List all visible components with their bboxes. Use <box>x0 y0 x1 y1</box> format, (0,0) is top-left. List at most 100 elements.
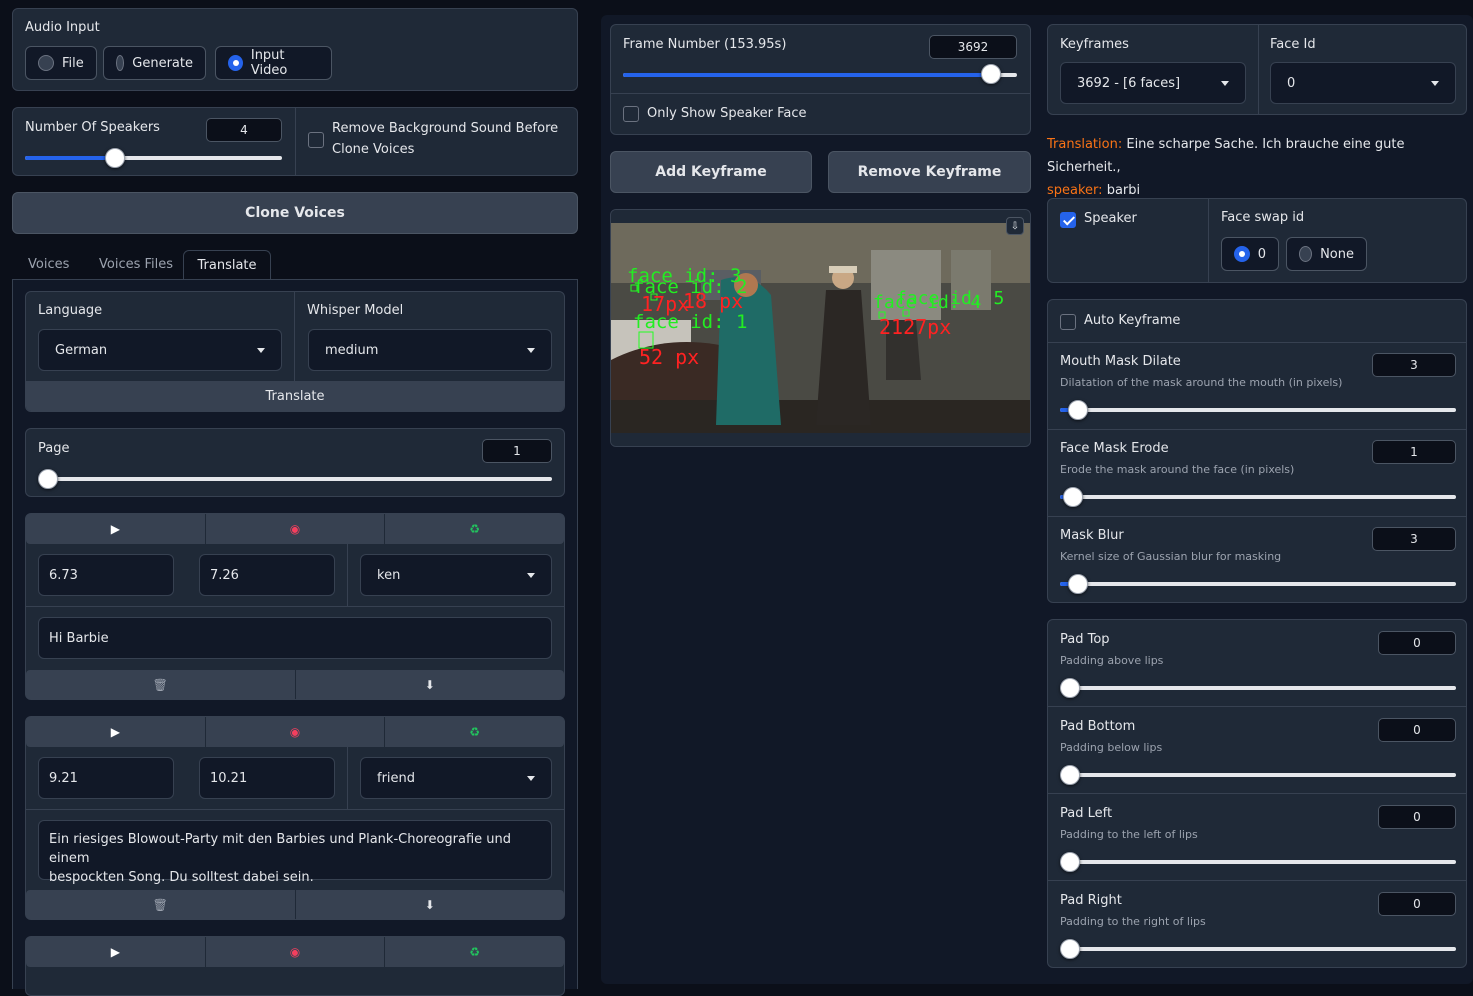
face-mask-erode-input[interactable]: 1 <box>1372 440 1456 464</box>
pad-right-input[interactable]: 0 <box>1378 892 1456 916</box>
mask-blur-thumb[interactable] <box>1068 574 1088 594</box>
chevron-down-icon <box>527 572 535 578</box>
segment-toolbar: ▶ ◉ ♻ <box>26 514 564 544</box>
radio-file[interactable]: File <box>25 46 97 80</box>
video-preview: face id: 3 face id: 2 face id: 1 17px 18… <box>610 209 1031 447</box>
pad-bottom-input[interactable]: 0 <box>1378 718 1456 742</box>
page-slider-thumb[interactable] <box>38 469 58 489</box>
mask-blur-track[interactable] <box>1060 582 1456 586</box>
speaker-key: speaker: <box>1047 183 1103 198</box>
end-time-input[interactable]: 7.26 <box>199 554 335 596</box>
mouth-mask-dilate-desc: Dilatation of the mask around the mouth … <box>1060 376 1343 389</box>
keyframes-dropdown[interactable]: 3692 - [6 faces] <box>1060 62 1246 104</box>
record-icon[interactable]: ◉ <box>206 514 386 544</box>
play-icon[interactable]: ▶ <box>26 937 206 967</box>
audio-input-panel: Audio Input File Generate Input Video <box>12 8 578 91</box>
pad-divider <box>1048 793 1466 794</box>
frame-slider-thumb[interactable] <box>981 64 1001 84</box>
segment-text-input[interactable]: Ein riesiges Blowout-Party mit den Barbi… <box>38 820 552 885</box>
speaker-value: friend <box>377 770 416 786</box>
record-icon[interactable]: ◉ <box>206 717 386 747</box>
auto-keyframe-checkbox[interactable] <box>1060 314 1076 330</box>
chevron-down-icon <box>1431 80 1439 86</box>
chevron-down-icon <box>527 775 535 781</box>
face-id-label: Face Id <box>1270 37 1316 52</box>
mask-divider <box>1048 342 1466 343</box>
translate-button[interactable]: Translate <box>26 381 564 411</box>
pad-top-input[interactable]: 0 <box>1378 631 1456 655</box>
radio-input-video[interactable]: Input Video <box>215 46 332 80</box>
segment-card: ▶ ◉ ♻ 9.21 10.21 friend Ein riesiges Blo… <box>25 716 565 920</box>
trash-icon[interactable]: 🗑 <box>26 670 296 699</box>
face-mask-erode-track[interactable] <box>1060 495 1456 499</box>
remove-bg-checkbox[interactable] <box>308 132 324 148</box>
mask-blur-input[interactable]: 3 <box>1372 527 1456 551</box>
language-dropdown[interactable]: German <box>38 329 282 371</box>
speakers-number-input[interactable]: 4 <box>206 118 282 142</box>
face-detection-overlay: face id: 3 face id: 2 face id: 1 17px 18… <box>627 265 1004 369</box>
add-keyframe-button[interactable]: Add Keyframe <box>610 151 812 193</box>
segment-hline <box>26 606 564 607</box>
pad-settings-panel: Pad Top Padding above lips 0 Pad Bottom … <box>1047 619 1467 968</box>
clone-voices-button[interactable]: Clone Voices <box>12 192 578 234</box>
radio-generate[interactable]: Generate <box>103 46 206 80</box>
language-panel: Language German Whisper Model medium Tra… <box>25 291 565 412</box>
whisper-dropdown[interactable]: medium <box>308 329 552 371</box>
mask-divider <box>1048 516 1466 517</box>
pad-right-thumb[interactable] <box>1060 939 1080 959</box>
pad-bottom-thumb[interactable] <box>1060 765 1080 785</box>
translation-info: Translation: Eine scharpe Sache. Ich bra… <box>1047 133 1467 202</box>
recycle-icon[interactable]: ♻ <box>385 514 564 544</box>
speaker-dropdown[interactable]: ken <box>360 554 552 596</box>
speaker-dropdown[interactable]: friend <box>360 757 552 799</box>
end-time-input[interactable]: 10.21 <box>199 757 335 799</box>
frame-number-input[interactable]: 3692 <box>929 35 1017 59</box>
mouth-mask-dilate-thumb[interactable] <box>1068 400 1088 420</box>
start-time-input[interactable]: 9.21 <box>38 757 174 799</box>
mouth-mask-dilate-track[interactable] <box>1060 408 1456 412</box>
radio-generate-label: Generate <box>132 55 193 71</box>
pad-bottom-track[interactable] <box>1060 773 1456 777</box>
mask-divider <box>1048 429 1466 430</box>
segment-divider <box>347 544 348 606</box>
pad-top-label: Pad Top <box>1060 632 1110 647</box>
pad-left-input[interactable]: 0 <box>1378 805 1456 829</box>
remove-keyframe-button[interactable]: Remove Keyframe <box>828 151 1031 193</box>
pad-left-track[interactable] <box>1060 860 1456 864</box>
trash-icon[interactable]: 🗑 <box>26 890 296 919</box>
tab-voices-files[interactable]: Voices Files <box>99 257 173 272</box>
pad-top-thumb[interactable] <box>1060 678 1080 698</box>
arrow-down-icon[interactable]: ⬇ <box>296 670 565 699</box>
tab-translate[interactable]: Translate <box>183 250 271 280</box>
radio-generate-dot <box>116 55 125 71</box>
pad-left-thumb[interactable] <box>1060 852 1080 872</box>
play-icon[interactable]: ▶ <box>26 717 206 747</box>
speakers-slider-fill <box>25 156 115 160</box>
face-swap-radio-0[interactable]: 0 <box>1221 237 1279 271</box>
speaker-checkbox[interactable] <box>1060 212 1076 228</box>
pad-top-track[interactable] <box>1060 686 1456 690</box>
face-swap-label: Face swap id <box>1221 210 1305 225</box>
page-slider-track[interactable] <box>38 477 552 481</box>
overlay-px-1: 17px <box>641 292 689 316</box>
only-speaker-checkbox[interactable] <box>623 106 639 122</box>
segment-text-input[interactable]: Hi Barbie <box>38 617 552 659</box>
face-id-dropdown[interactable]: 0 <box>1270 62 1456 104</box>
radio-file-label: File <box>62 55 84 71</box>
face-swap-radio-none[interactable]: None <box>1286 237 1367 271</box>
recycle-icon[interactable]: ♻ <box>385 937 564 967</box>
face-swap-radio-0-dot <box>1234 246 1250 262</box>
radio-file-dot <box>38 55 54 71</box>
face-mask-erode-thumb[interactable] <box>1063 487 1083 507</box>
page-number-input[interactable]: 1 <box>482 439 552 463</box>
pad-right-track[interactable] <box>1060 947 1456 951</box>
arrow-down-icon[interactable]: ⬇ <box>296 890 565 919</box>
download-icon[interactable]: ⇩ <box>1006 217 1024 235</box>
record-icon[interactable]: ◉ <box>206 937 386 967</box>
start-time-input[interactable]: 6.73 <box>38 554 174 596</box>
recycle-icon[interactable]: ♻ <box>385 717 564 747</box>
tab-voices[interactable]: Voices <box>28 257 69 272</box>
play-icon[interactable]: ▶ <box>26 514 206 544</box>
speakers-slider-thumb[interactable] <box>105 148 125 168</box>
mouth-mask-dilate-input[interactable]: 3 <box>1372 353 1456 377</box>
